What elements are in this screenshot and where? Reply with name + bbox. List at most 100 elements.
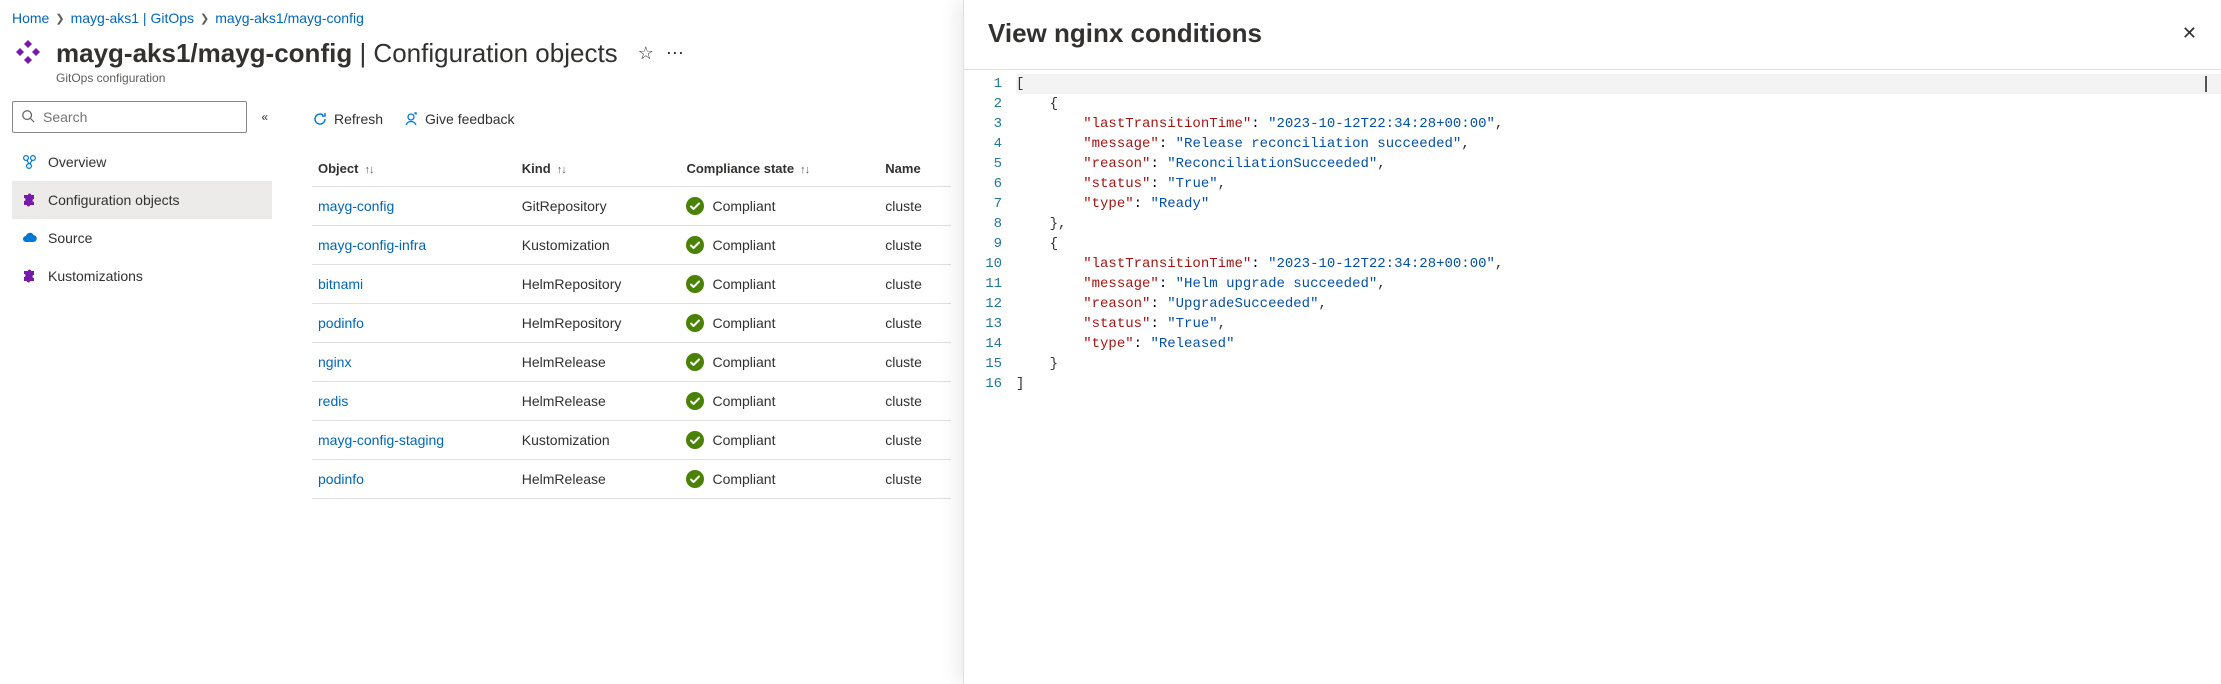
object-link[interactable]: nginx bbox=[318, 354, 351, 370]
name-cell: cluste bbox=[879, 226, 951, 265]
more-actions-icon[interactable]: ⋯ bbox=[666, 43, 684, 64]
compliance-label: Compliant bbox=[712, 276, 775, 292]
close-icon[interactable]: ✕ bbox=[2182, 23, 2197, 44]
object-link[interactable]: podinfo bbox=[318, 315, 364, 331]
col-name[interactable]: Name bbox=[879, 151, 951, 187]
feedback-icon bbox=[403, 111, 419, 127]
object-link[interactable]: mayg-config-staging bbox=[318, 432, 444, 448]
kind-cell: Kustomization bbox=[516, 421, 681, 460]
col-compliance[interactable]: Compliance state ↑↓ bbox=[680, 151, 879, 187]
nav-item-source[interactable]: Source bbox=[12, 219, 272, 257]
breadcrumb: Home ❯ mayg-aks1 | GitOps ❯ mayg-aks1/ma… bbox=[12, 10, 951, 26]
title-main: mayg-aks1/mayg-config bbox=[56, 38, 352, 68]
check-circle-icon bbox=[686, 275, 704, 293]
panel-title: View nginx conditions bbox=[988, 18, 1262, 49]
breadcrumb-home[interactable]: Home bbox=[12, 10, 49, 26]
collapse-nav-icon[interactable]: « bbox=[257, 106, 272, 128]
chevron-right-icon: ❯ bbox=[200, 12, 209, 25]
check-circle-icon bbox=[686, 236, 704, 254]
name-cell: cluste bbox=[879, 343, 951, 382]
breadcrumb-l2[interactable]: mayg-aks1/mayg-config bbox=[215, 10, 364, 26]
nav-label: Configuration objects bbox=[48, 192, 180, 208]
json-viewer[interactable]: 12345678910111213141516 [ { "lastTransit… bbox=[964, 69, 2221, 684]
nav-item-kustomizations[interactable]: Kustomizations bbox=[12, 257, 272, 295]
nav-item-configuration-objects[interactable]: Configuration objects bbox=[12, 181, 272, 219]
table-row[interactable]: mayg-config-infra Kustomization Compliant c… bbox=[312, 226, 951, 265]
check-circle-icon bbox=[686, 197, 704, 215]
page-subtitle: GitOps configuration bbox=[56, 71, 684, 85]
search-input[interactable] bbox=[43, 109, 238, 125]
table-row[interactable]: mayg-config-stagingKustomizationComplian… bbox=[312, 421, 951, 460]
title-suffix: | Configuration objects bbox=[352, 38, 617, 68]
compliance-label: Compliant bbox=[712, 315, 775, 331]
kind-cell: HelmRepository bbox=[516, 304, 681, 343]
code-line: } bbox=[1016, 354, 2221, 374]
nav-label: Overview bbox=[48, 154, 106, 170]
code-line: "type": "Released" bbox=[1016, 334, 2221, 354]
refresh-button[interactable]: Refresh bbox=[312, 111, 383, 127]
nav-label: Kustomizations bbox=[48, 268, 143, 284]
sort-icon: ↑↓ bbox=[555, 164, 566, 176]
check-circle-icon bbox=[686, 353, 704, 371]
page-title: mayg-aks1/mayg-config | Configuration ob… bbox=[56, 38, 618, 69]
refresh-label: Refresh bbox=[334, 111, 383, 127]
name-cell: cluste bbox=[879, 382, 951, 421]
feedback-label: Give feedback bbox=[425, 111, 515, 127]
table-row[interactable]: redisHelmReleaseCompliantcluste bbox=[312, 382, 951, 421]
name-cell: cluste bbox=[879, 460, 951, 499]
chevron-right-icon: ❯ bbox=[55, 12, 64, 25]
kind-cell: HelmRelease bbox=[516, 460, 681, 499]
compliance-label: Compliant bbox=[712, 237, 775, 253]
cloud-icon bbox=[20, 229, 38, 247]
check-circle-icon bbox=[686, 314, 704, 332]
object-link[interactable]: mayg-config-infra bbox=[318, 237, 426, 253]
col-kind[interactable]: Kind ↑↓ bbox=[516, 151, 681, 187]
code-line: "message": "Helm upgrade succeeded", bbox=[1016, 274, 2221, 294]
check-circle-icon bbox=[686, 431, 704, 449]
search-icon bbox=[21, 109, 35, 126]
name-cell: cluste bbox=[879, 265, 951, 304]
favorite-star-icon[interactable]: ☆ bbox=[638, 43, 654, 64]
col-object[interactable]: Object ↑↓ bbox=[312, 151, 516, 187]
object-link[interactable]: redis bbox=[318, 393, 348, 409]
object-link[interactable]: podinfo bbox=[318, 471, 364, 487]
puzzle-icon bbox=[20, 191, 38, 209]
code-line: "reason": "ReconciliationSucceeded", bbox=[1016, 154, 2221, 174]
kind-cell: Kustomization bbox=[516, 226, 681, 265]
code-line: "status": "True", bbox=[1016, 314, 2221, 334]
puzzle-icon bbox=[20, 267, 38, 285]
object-link[interactable]: mayg-config bbox=[318, 198, 394, 214]
object-link[interactable]: bitnami bbox=[318, 276, 363, 292]
code-line: "lastTransitionTime": "2023-10-12T22:34:… bbox=[1016, 114, 2221, 134]
nav-label: Source bbox=[48, 230, 92, 246]
left-nav: « Overview Configuration objects bbox=[12, 101, 272, 499]
table-row[interactable]: podinfo HelmRepository Compliant cluste bbox=[312, 304, 951, 343]
kind-cell: HelmRelease bbox=[516, 382, 681, 421]
code-line: { bbox=[1016, 234, 2221, 254]
table-row[interactable]: bitnami HelmRepository Compliant cluste bbox=[312, 265, 951, 304]
code-line: "reason": "UpgradeSucceeded", bbox=[1016, 294, 2221, 314]
conditions-panel: View nginx conditions ✕ 1234567891011121… bbox=[963, 0, 2221, 684]
code-line: "status": "True", bbox=[1016, 174, 2221, 194]
resource-icon bbox=[12, 38, 44, 70]
code-line: "type": "Ready" bbox=[1016, 194, 2221, 214]
kind-cell: HelmRepository bbox=[516, 265, 681, 304]
name-cell: cluste bbox=[879, 187, 951, 226]
compliance-label: Compliant bbox=[712, 198, 775, 214]
table-row[interactable]: podinfoHelmReleaseCompliantcluste bbox=[312, 460, 951, 499]
sort-icon: ↑↓ bbox=[362, 164, 373, 176]
nav-item-overview[interactable]: Overview bbox=[12, 143, 272, 181]
check-circle-icon bbox=[686, 392, 704, 410]
table-row[interactable]: nginxHelmReleaseCompliantcluste bbox=[312, 343, 951, 382]
feedback-button[interactable]: Give feedback bbox=[403, 111, 515, 127]
code-line: }, bbox=[1016, 214, 2221, 234]
name-cell: cluste bbox=[879, 304, 951, 343]
breadcrumb-l1[interactable]: mayg-aks1 | GitOps bbox=[71, 10, 194, 26]
check-circle-icon bbox=[686, 470, 704, 488]
name-cell: cluste bbox=[879, 421, 951, 460]
refresh-icon bbox=[312, 111, 328, 127]
table-row[interactable]: mayg-configGitRepositoryCompliantcluste bbox=[312, 187, 951, 226]
code-line: [ bbox=[1016, 74, 2221, 94]
toolbar: Refresh Give feedback bbox=[312, 101, 951, 137]
search-box[interactable] bbox=[12, 101, 247, 133]
